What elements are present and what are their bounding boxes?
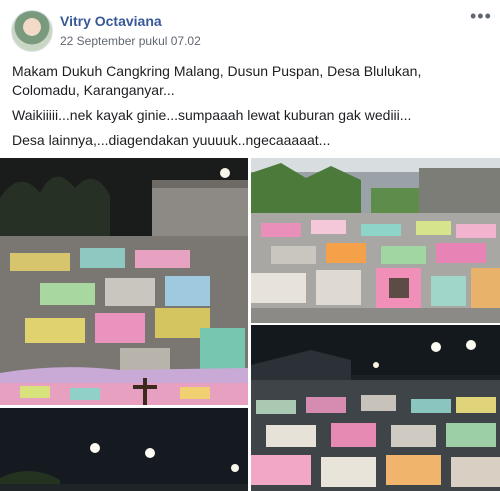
photo-cemetery-night-lights[interactable]: [251, 325, 500, 491]
photo-cemetery-day-colorful[interactable]: [251, 158, 500, 323]
facebook-post: Vitry Octaviana 22 September pukul 07.02…: [0, 0, 500, 491]
post-text-line-2: Waikiiiii...nek kayak ginie...sumpaaah l…: [12, 107, 412, 123]
author-name[interactable]: Vitry Octaviana: [60, 13, 162, 29]
photo-cemetery-night-dark[interactable]: [0, 408, 248, 491]
more-options-icon[interactable]: •••: [470, 7, 491, 25]
author-avatar[interactable]: [11, 10, 53, 52]
photo-cemetery-night-wall[interactable]: [0, 158, 248, 405]
post-text-line-3: Desa lainnya,...diagendakan yuuuuk..ngec…: [12, 132, 331, 148]
post-text-line-1: Makam Dukuh Cangkring Malang, Dusun Pusp…: [12, 63, 422, 98]
post-timestamp[interactable]: 22 September pukul 07.02: [60, 34, 201, 48]
